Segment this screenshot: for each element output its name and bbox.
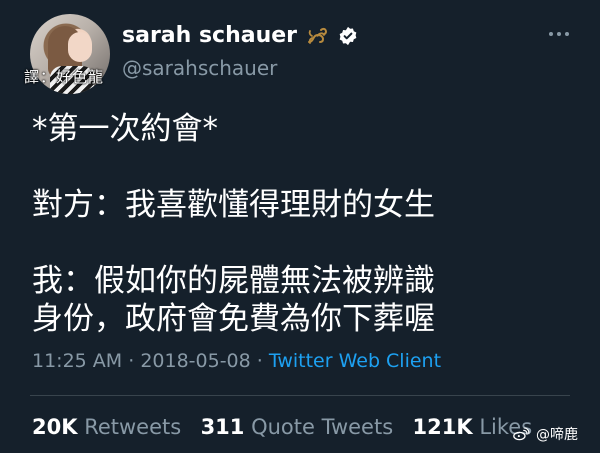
tweet-text: *第一次約會* 對方：我喜歡懂得理財的女生 我：假如你的屍體無法被辨識 身份，政… bbox=[32, 111, 572, 338]
tweet-time[interactable]: 11:25 AM bbox=[32, 350, 122, 372]
tweet-line-spacer bbox=[32, 224, 572, 263]
meta-separator: · bbox=[122, 350, 141, 372]
tweet-client[interactable]: Twitter Web Client bbox=[269, 350, 441, 372]
weibo-handle: @啼鹿 bbox=[536, 427, 578, 443]
likes-count[interactable]: 121K bbox=[413, 415, 473, 439]
meta-separator: · bbox=[250, 350, 269, 372]
more-dot bbox=[557, 32, 561, 36]
tweet-meta: 11:25 AM · 2018-05-08 · Twitter Web Clie… bbox=[32, 350, 441, 372]
handle[interactable]: @sarahschauer bbox=[122, 56, 277, 80]
retweets-label[interactable]: Retweets bbox=[84, 415, 181, 439]
quote-count[interactable]: 311 bbox=[201, 415, 245, 439]
verified-icon bbox=[339, 26, 357, 45]
author-name-row: sarah schauer bbox=[122, 23, 359, 48]
more-icon[interactable] bbox=[549, 31, 569, 37]
weibo-icon bbox=[513, 427, 530, 441]
tweet-line: *第一次約會* bbox=[32, 111, 218, 147]
tweet-line: 身份，政府會免費為你下葬喔 bbox=[32, 300, 435, 337]
avatar-watermark: 譯：好色龍 bbox=[24, 68, 105, 86]
tweet-line-spacer bbox=[32, 148, 572, 187]
tweet-line: 我：假如你的屍體無法被辨識 bbox=[32, 263, 435, 300]
divider bbox=[30, 395, 570, 396]
tweet-date[interactable]: 2018-05-08 bbox=[140, 350, 250, 372]
weibo-watermark: @啼鹿 bbox=[511, 424, 578, 444]
tweet-card: 譯：好色龍 sarah schauer @sarahschauer *第一次約會… bbox=[0, 0, 600, 453]
display-name[interactable]: sarah schauer bbox=[122, 23, 297, 48]
more-dot bbox=[549, 32, 553, 36]
quote-label[interactable]: Quote Tweets bbox=[251, 415, 393, 439]
tweet-stats: 20K Retweets 311 Quote Tweets 121K Likes bbox=[32, 415, 532, 439]
avatar-face bbox=[68, 32, 92, 62]
scorpion-icon bbox=[308, 27, 328, 44]
retweets-count[interactable]: 20K bbox=[32, 415, 78, 439]
more-dot bbox=[565, 32, 569, 36]
tweet-line: 對方：我喜歡懂得理財的女生 bbox=[32, 187, 435, 224]
